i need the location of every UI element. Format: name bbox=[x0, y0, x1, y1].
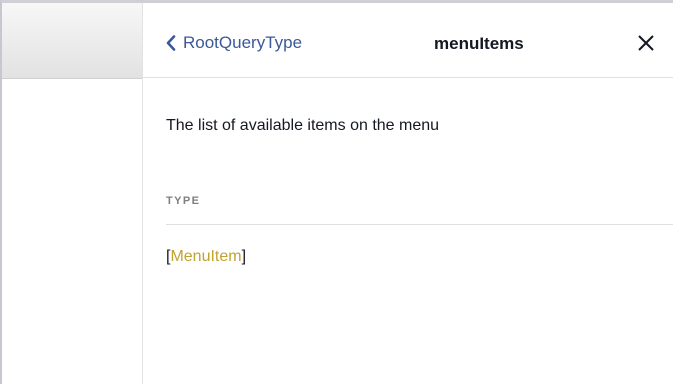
documentation-explorer: RootQueryType menuItems The list of avai… bbox=[143, 3, 673, 384]
editor-pane bbox=[2, 3, 143, 384]
field-type: [MenuItem] bbox=[166, 248, 246, 266]
chevron-left-icon bbox=[166, 35, 176, 51]
back-button[interactable]: RootQueryType bbox=[166, 33, 302, 53]
close-icon[interactable] bbox=[637, 34, 655, 52]
back-button-label: RootQueryType bbox=[183, 33, 303, 52]
type-section-label: TYPE bbox=[166, 195, 201, 207]
type-link[interactable]: MenuItem bbox=[170, 248, 241, 265]
doc-title: menuItems bbox=[434, 34, 524, 53]
app-window: RootQueryType menuItems The list of avai… bbox=[0, 0, 673, 384]
field-description: The list of available items on the menu bbox=[166, 117, 440, 134]
doc-explorer-header: RootQueryType menuItems bbox=[143, 3, 673, 78]
type-close-bracket: ] bbox=[241, 248, 247, 265]
editor-toolbar bbox=[2, 3, 142, 79]
section-divider bbox=[166, 224, 673, 225]
